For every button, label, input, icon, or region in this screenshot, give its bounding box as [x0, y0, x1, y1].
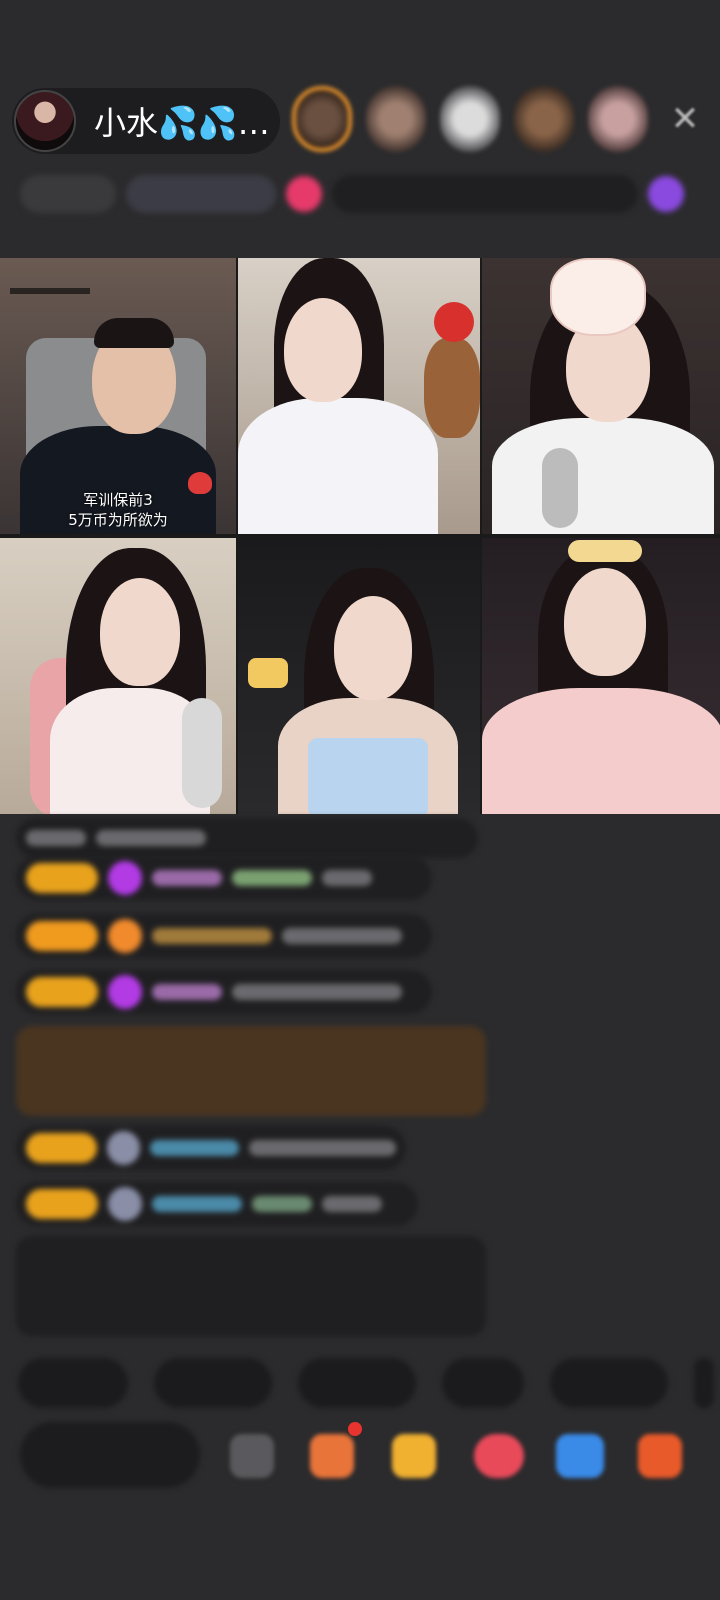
- hair-accessory: [568, 540, 642, 562]
- user-name: [152, 928, 272, 944]
- level-badge: [26, 863, 98, 893]
- game-icon[interactable]: [556, 1434, 604, 1478]
- plush-toy: [424, 338, 480, 438]
- gem-icon: [108, 975, 142, 1009]
- message-text: [252, 1196, 312, 1212]
- message-text: [322, 1196, 382, 1212]
- message-text: [232, 984, 402, 1000]
- guest-tile[interactable]: 军训保前3 5万币为所欲为: [0, 258, 236, 534]
- person-body: [238, 398, 438, 534]
- shelf: [10, 288, 90, 294]
- person-face: [100, 578, 180, 686]
- caption-line: 5万币为所欲为: [68, 511, 168, 529]
- viewer-avatar[interactable]: [292, 86, 352, 152]
- system-message: [16, 1236, 486, 1336]
- gem-icon: [108, 1187, 142, 1221]
- balloon: [434, 302, 474, 342]
- info-chip[interactable]: [332, 175, 638, 213]
- person-face: [564, 568, 646, 676]
- microphone: [542, 448, 578, 528]
- guest-tile[interactable]: [238, 538, 480, 814]
- level-badge: [26, 1133, 97, 1163]
- chat-message[interactable]: [16, 914, 432, 958]
- viewer-avatars[interactable]: [292, 86, 648, 152]
- gem-icon: [106, 1131, 141, 1165]
- message-text: [282, 928, 402, 944]
- app-icon[interactable]: [648, 176, 684, 212]
- user-name: [152, 984, 222, 1000]
- multi-guest-grid: 军训保前3 5万币为所欲为: [0, 258, 720, 814]
- info-chip[interactable]: [126, 175, 276, 213]
- gift-icon[interactable]: [286, 176, 322, 212]
- lamp: [248, 658, 288, 688]
- emoji-icon[interactable]: [230, 1434, 274, 1478]
- person-body: [482, 688, 720, 814]
- user-name: [150, 1140, 239, 1156]
- message-text: [26, 830, 86, 846]
- task-icon[interactable]: [310, 1434, 354, 1478]
- notification-dot: [348, 1422, 362, 1436]
- host-info[interactable]: 小水💦💦…: [12, 88, 280, 154]
- close-icon[interactable]: ✕: [668, 102, 702, 136]
- bottom-toolbar: [20, 1422, 710, 1488]
- chat-message[interactable]: [16, 1182, 418, 1226]
- viewer-avatar[interactable]: [366, 86, 426, 152]
- chat-message[interactable]: [16, 856, 432, 900]
- level-badge: [26, 977, 98, 1007]
- guest-tile[interactable]: [482, 258, 720, 534]
- quick-reply-chip[interactable]: [550, 1358, 668, 1408]
- outfit: [308, 738, 428, 814]
- user-name: [152, 870, 222, 886]
- host-avatar[interactable]: [14, 90, 76, 152]
- quick-reply-chip[interactable]: [442, 1358, 524, 1408]
- room-info-row[interactable]: [20, 172, 684, 216]
- level-badge: [26, 1189, 98, 1219]
- chat-message[interactable]: [16, 818, 478, 858]
- chat-bubble-icon[interactable]: [474, 1434, 524, 1478]
- quick-reply-chip[interactable]: [694, 1358, 714, 1408]
- message-text: [322, 870, 372, 886]
- message-text: [248, 1140, 396, 1156]
- live-room: 小水💦💦… ✕ 军训保前3 5万币为所欲为: [0, 0, 720, 1600]
- viewer-avatar[interactable]: [440, 86, 500, 152]
- quick-reply-row[interactable]: [18, 1358, 714, 1408]
- chat-message[interactable]: [16, 1126, 406, 1170]
- person-face: [284, 298, 362, 402]
- level-badge: [26, 921, 98, 951]
- quick-reply-chip[interactable]: [298, 1358, 416, 1408]
- host-name: 小水💦💦…: [94, 104, 270, 142]
- caption-line: 军训保前3: [83, 491, 153, 509]
- quick-reply-chip[interactable]: [154, 1358, 272, 1408]
- highlighted-message[interactable]: [16, 1026, 486, 1116]
- viewer-avatar[interactable]: [588, 86, 648, 152]
- person-face: [334, 596, 412, 700]
- gem-icon: [108, 861, 142, 895]
- chat-input[interactable]: [20, 1422, 200, 1488]
- guest-tile[interactable]: [238, 258, 480, 534]
- tile-caption: 军训保前3 5万币为所欲为: [0, 490, 236, 530]
- chat-message[interactable]: [16, 970, 432, 1014]
- microphone: [182, 698, 222, 808]
- guest-tile[interactable]: [0, 538, 236, 814]
- gift-box-icon[interactable]: [392, 1434, 436, 1478]
- user-name: [232, 870, 312, 886]
- user-name: [152, 1196, 242, 1212]
- message-text: [96, 830, 206, 846]
- gem-icon: [108, 919, 142, 953]
- bunny-sticker: [550, 258, 646, 336]
- gift-icon[interactable]: [638, 1434, 682, 1478]
- info-chip[interactable]: [20, 175, 116, 213]
- quick-reply-chip[interactable]: [18, 1358, 128, 1408]
- person-body: [492, 418, 714, 534]
- hair: [94, 318, 174, 348]
- viewer-avatar[interactable]: [514, 86, 574, 152]
- guest-tile[interactable]: [482, 538, 720, 814]
